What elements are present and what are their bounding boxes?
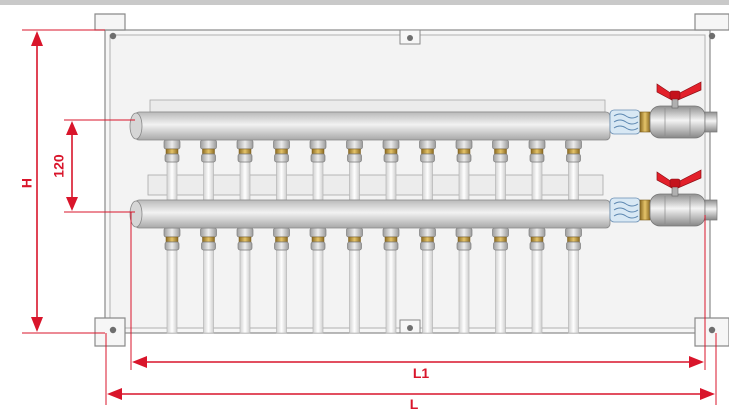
return-manifold-bar — [129, 199, 611, 229]
drawing-canvas: H 120 L1 L — [0, 0, 729, 409]
dimension-label-spacing: 120 — [51, 154, 67, 178]
supply-manifold-bar — [129, 111, 611, 141]
corner-bracket-top-left — [94, 13, 126, 31]
screw-hole — [407, 35, 413, 41]
dimension-label-total-length: L — [410, 396, 419, 409]
mounting-rail-upper — [149, 99, 606, 113]
corner-bracket-top-right — [694, 13, 729, 31]
corner-bracket-bottom-left — [94, 317, 126, 347]
dimension-label-inner-length: L1 — [413, 365, 430, 381]
manifold-cabinet-drawing: H 120 L1 L — [0, 0, 729, 409]
screw-hole — [708, 326, 716, 334]
screw-hole — [109, 326, 117, 334]
dimension-label-height: H — [19, 178, 35, 188]
screw-hole — [109, 32, 117, 40]
screw-hole — [407, 325, 413, 331]
top-band — [0, 0, 729, 5]
dimension-total-length — [105, 333, 717, 405]
screw-hole — [708, 32, 716, 40]
